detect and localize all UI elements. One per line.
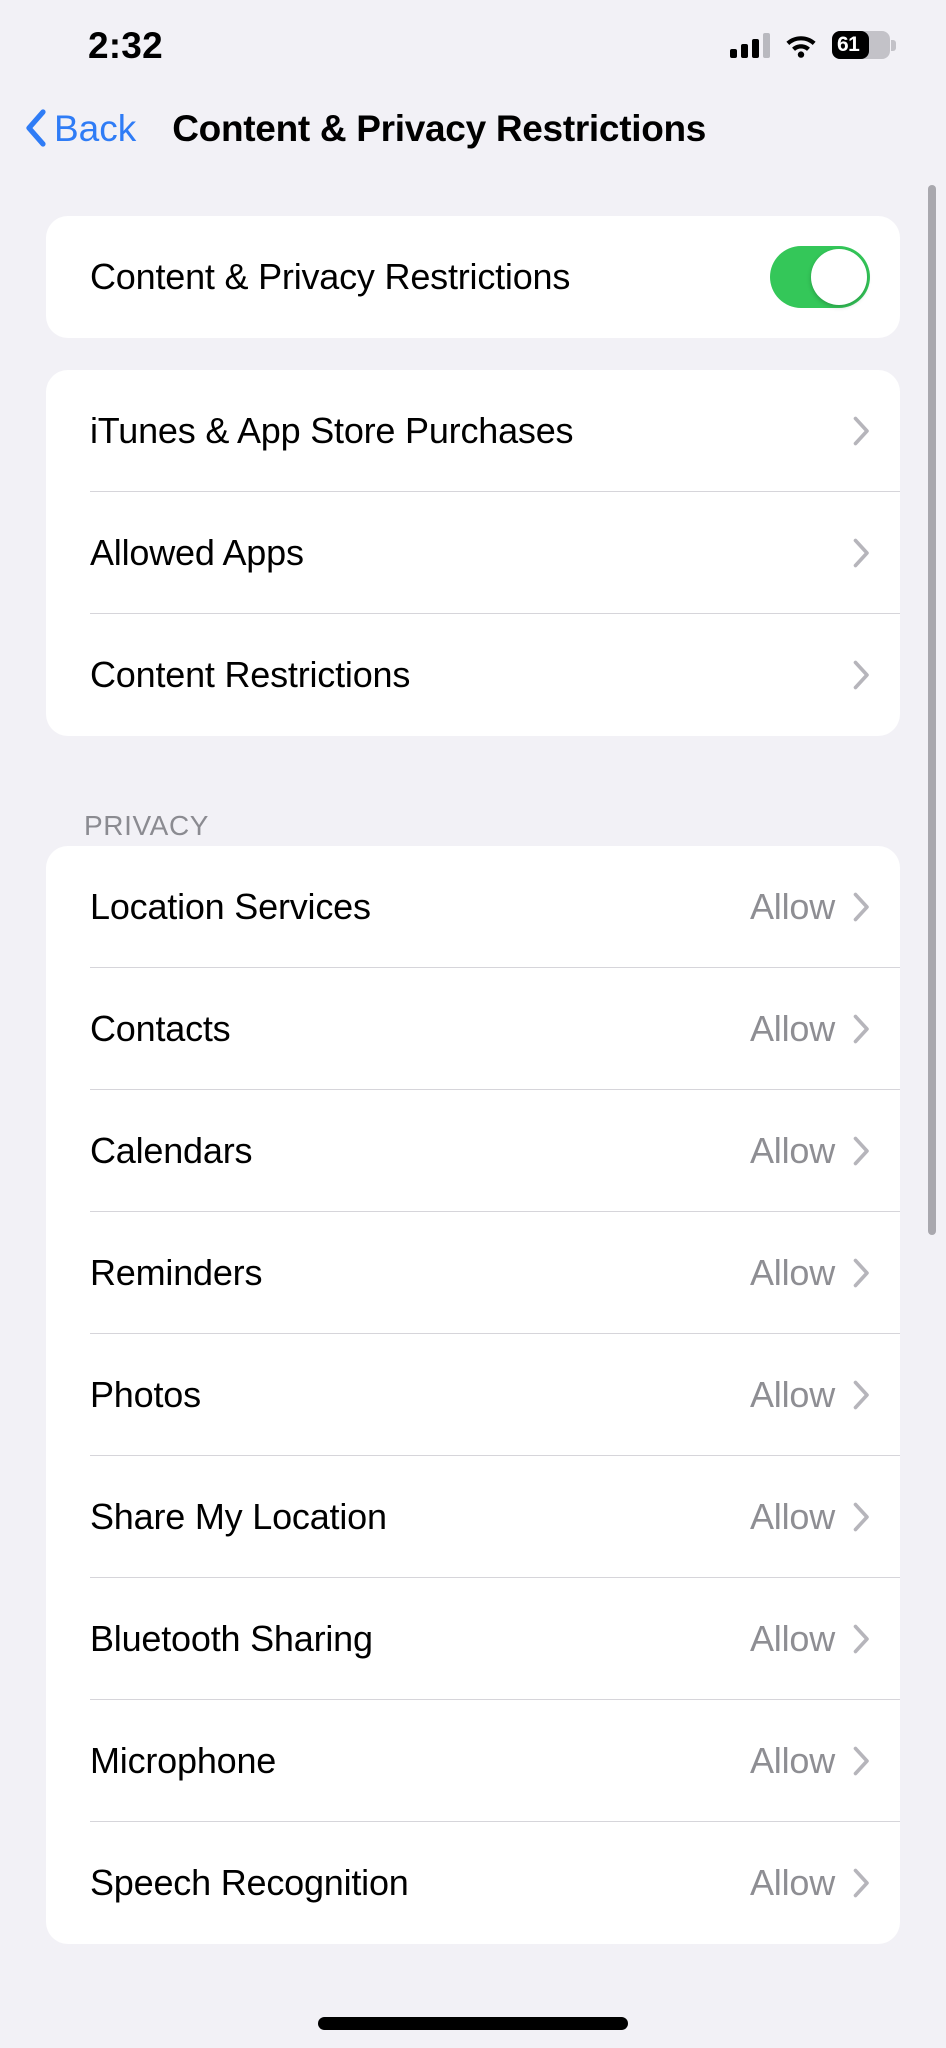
row-bluetooth-sharing[interactable]: Bluetooth Sharing Allow: [46, 1578, 900, 1700]
row-value: Allow: [749, 1862, 835, 1903]
row-itunes-app-store-purchases[interactable]: iTunes & App Store Purchases: [46, 370, 900, 492]
row-label: iTunes & App Store Purchases: [90, 410, 574, 451]
row-label: Content Restrictions: [90, 654, 411, 695]
row-photos[interactable]: Photos Allow: [46, 1334, 900, 1456]
battery-percent-label: 61: [837, 33, 860, 56]
restrictions-group-card: iTunes & App Store Purchases Allowed App…: [46, 370, 900, 736]
vertical-scrollbar[interactable]: [928, 185, 936, 1235]
row-label: Contacts: [90, 1008, 231, 1049]
row-label: Reminders: [90, 1252, 263, 1293]
privacy-section-header: PRIVACY: [84, 810, 210, 841]
row-content-privacy-restrictions[interactable]: Content & Privacy Restrictions: [46, 216, 900, 338]
battery-icon: 61: [832, 31, 896, 59]
chevron-right-icon: [853, 1380, 870, 1410]
navigation-bar: Back Content & Privacy Restrictions: [0, 84, 946, 172]
row-value: Allow: [749, 1740, 835, 1781]
row-value: Allow: [749, 1252, 835, 1293]
chevron-left-icon: [24, 109, 46, 147]
chevron-right-icon: [853, 892, 870, 922]
content-privacy-restrictions-toggle[interactable]: [770, 246, 870, 308]
chevron-right-icon: [853, 1746, 870, 1776]
row-calendars[interactable]: Calendars Allow: [46, 1090, 900, 1212]
back-button[interactable]: Back: [24, 109, 136, 147]
main-toggle-card: Content & Privacy Restrictions: [46, 216, 900, 338]
chevron-right-icon: [853, 660, 870, 690]
row-label: Photos: [90, 1374, 201, 1415]
row-label: Bluetooth Sharing: [90, 1618, 373, 1659]
row-share-my-location[interactable]: Share My Location Allow: [46, 1456, 900, 1578]
row-label: Content & Privacy Restrictions: [90, 256, 571, 297]
row-reminders[interactable]: Reminders Allow: [46, 1212, 900, 1334]
row-value: Allow: [749, 1130, 835, 1171]
row-label: Speech Recognition: [90, 1862, 409, 1903]
back-button-label: Back: [54, 107, 137, 149]
chevron-right-icon: [853, 1868, 870, 1898]
row-label: Microphone: [90, 1740, 277, 1781]
settings-scroll-view[interactable]: Content & Privacy Restrictions iTunes & …: [0, 172, 946, 2048]
wifi-icon: [784, 32, 818, 58]
chevron-right-icon: [853, 1258, 870, 1288]
cellular-signal-icon: [730, 32, 770, 58]
row-value: Allow: [749, 1496, 835, 1537]
row-contacts[interactable]: Contacts Allow: [46, 968, 900, 1090]
chevron-right-icon: [853, 1136, 870, 1166]
chevron-right-icon: [853, 538, 870, 568]
battery-nub: [891, 40, 896, 51]
row-microphone[interactable]: Microphone Allow: [46, 1700, 900, 1822]
chevron-right-icon: [853, 1502, 870, 1532]
status-bar-time: 2:32: [88, 24, 163, 66]
chevron-right-icon: [853, 416, 870, 446]
iphone-screen: 2:32 61 Back Content & Privacy Restricti…: [0, 0, 946, 2048]
row-speech-recognition[interactable]: Speech Recognition Allow: [46, 1822, 900, 1944]
row-location-services[interactable]: Location Services Allow: [46, 846, 900, 968]
status-bar-indicators: 61: [730, 25, 896, 59]
status-bar: 2:32 61: [0, 0, 946, 84]
row-content-restrictions[interactable]: Content Restrictions: [46, 614, 900, 736]
row-allowed-apps[interactable]: Allowed Apps: [46, 492, 900, 614]
row-label: Calendars: [90, 1130, 253, 1171]
row-label: Share My Location: [90, 1496, 387, 1537]
row-label: Allowed Apps: [90, 532, 304, 573]
toggle-knob: [811, 249, 867, 305]
home-indicator[interactable]: [318, 2017, 628, 2030]
row-value: Allow: [749, 1008, 835, 1049]
row-value: Allow: [749, 886, 835, 927]
privacy-group-card: Location Services Allow Contacts Allow C…: [46, 846, 900, 1944]
row-label: Location Services: [90, 886, 371, 927]
chevron-right-icon: [853, 1014, 870, 1044]
page-title: Content & Privacy Restrictions: [172, 107, 707, 149]
row-value: Allow: [749, 1374, 835, 1415]
chevron-right-icon: [853, 1624, 870, 1654]
row-value: Allow: [749, 1618, 835, 1659]
